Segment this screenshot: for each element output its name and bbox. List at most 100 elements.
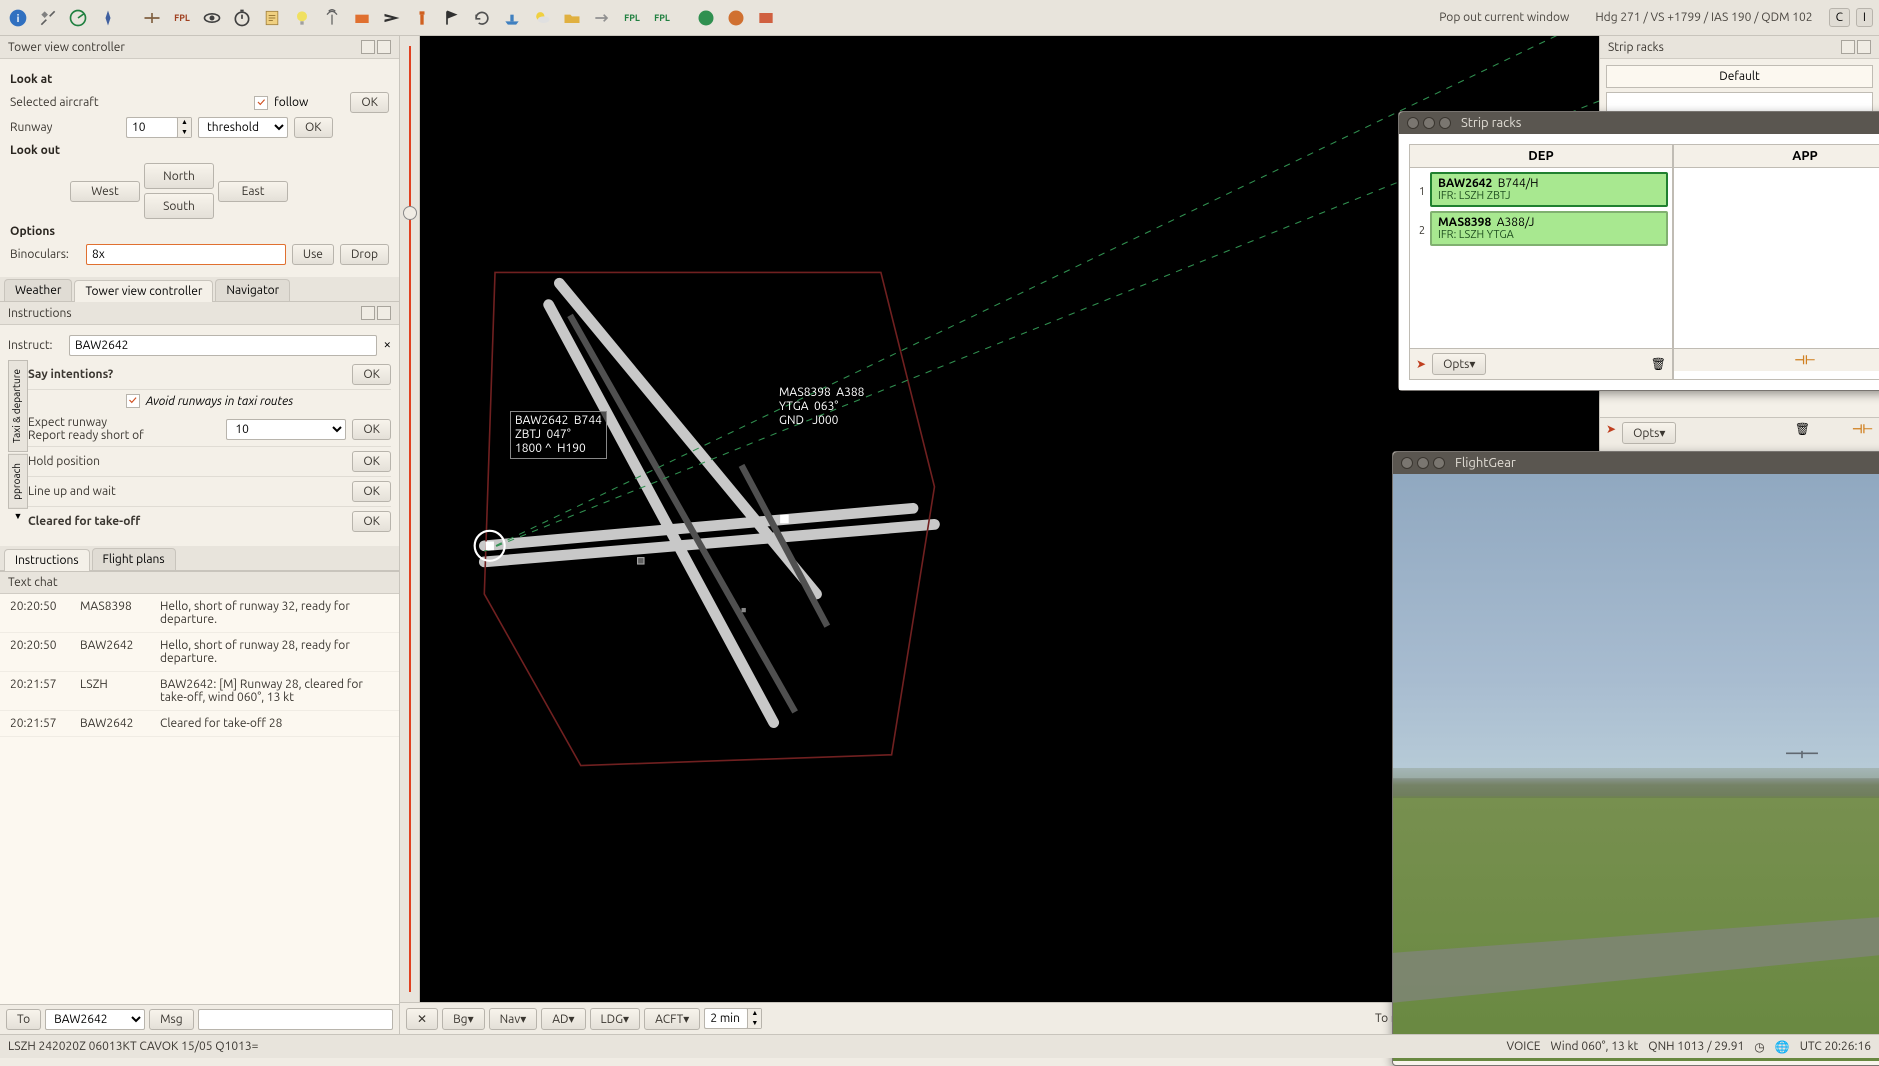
- compass-icon[interactable]: [96, 6, 120, 30]
- arrow-right-icon[interactable]: [590, 6, 614, 30]
- flight-strip-mas8398[interactable]: MAS8398 A388/J IFR: LSZH YTGA: [1430, 211, 1668, 246]
- threshold-select[interactable]: threshold: [198, 117, 288, 138]
- refresh-icon[interactable]: [470, 6, 494, 30]
- detach-icon[interactable]: [1841, 40, 1855, 54]
- instruct-input[interactable]: [69, 335, 377, 356]
- globe-red-icon[interactable]: [754, 6, 778, 30]
- look-at-ok-button[interactable]: OK: [350, 92, 389, 113]
- drop-button[interactable]: Drop: [340, 244, 389, 265]
- tools-icon[interactable]: [36, 6, 60, 30]
- tab-instructions[interactable]: Instructions: [4, 549, 90, 571]
- bracket-icon[interactable]: ⊣⊢: [1852, 422, 1873, 444]
- fpl-green2-icon[interactable]: FPL: [650, 6, 674, 30]
- chat-to-select[interactable]: BAW2642: [45, 1009, 145, 1030]
- right-strip-racks-title: Strip racks: [1608, 41, 1839, 54]
- line-up-ok[interactable]: OK: [352, 481, 391, 502]
- runway-spinner[interactable]: ▲▼: [126, 117, 192, 138]
- window-min-icon[interactable]: [1423, 117, 1435, 129]
- radar-measure-icon[interactable]: ✕: [406, 1008, 438, 1030]
- radar-time-spinner[interactable]: ▲▼: [704, 1008, 762, 1029]
- radar-ad-button[interactable]: AD▾: [541, 1008, 585, 1030]
- globe-orange-icon[interactable]: [724, 6, 748, 30]
- plane-small-icon[interactable]: [140, 6, 164, 30]
- cleared-takeoff-ok[interactable]: OK: [352, 511, 391, 532]
- i-button[interactable]: I: [1856, 8, 1873, 27]
- stopwatch-icon[interactable]: [230, 6, 254, 30]
- arrow-icon[interactable]: ➤: [1606, 422, 1616, 444]
- notepad-icon[interactable]: [260, 6, 284, 30]
- tab-navigator[interactable]: Navigator: [215, 279, 290, 301]
- tab-weather[interactable]: Weather: [4, 279, 72, 301]
- window-close-icon[interactable]: [1401, 457, 1413, 469]
- radar-zoom-slider[interactable]: [400, 36, 420, 1002]
- window-max-icon[interactable]: [1433, 457, 1445, 469]
- info-icon[interactable]: i: [6, 6, 30, 30]
- chat-list[interactable]: 20:20:50MAS8398Hello, short of runway 32…: [0, 594, 399, 1004]
- clear-instruct-icon[interactable]: ✕: [383, 340, 391, 351]
- trash-icon[interactable]: 🗑: [1651, 357, 1666, 371]
- radar-bg-button[interactable]: Bg▾: [442, 1008, 485, 1030]
- chat-msg-input[interactable]: [198, 1009, 393, 1030]
- window-close-icon[interactable]: [1407, 117, 1419, 129]
- runway-value[interactable]: [127, 118, 177, 137]
- chevron-down-icon[interactable]: ▼: [8, 511, 28, 521]
- radar-nav-button[interactable]: Nav▾: [489, 1008, 538, 1030]
- flightgear-window[interactable]: FlightGear: [1392, 451, 1879, 1066]
- c-button[interactable]: C: [1829, 8, 1850, 27]
- say-intentions-ok[interactable]: OK: [352, 364, 391, 385]
- bracket-icon[interactable]: ⊣⊢: [1795, 353, 1816, 367]
- plane-icon[interactable]: [380, 6, 404, 30]
- dep-opts-button[interactable]: Opts▾: [1432, 353, 1486, 375]
- vtab-approach[interactable]: pproach: [8, 454, 28, 509]
- radar-label-baw2642[interactable]: BAW2642 B744 ZBTJ 047° 1800 ^ H190: [510, 411, 607, 459]
- tower-icon[interactable]: [410, 6, 434, 30]
- expect-runway-ok[interactable]: OK: [352, 419, 391, 440]
- use-button[interactable]: Use: [292, 244, 334, 265]
- popout-label[interactable]: Pop out current window: [1439, 11, 1569, 24]
- hold-position-ok[interactable]: OK: [352, 451, 391, 472]
- ship-icon[interactable]: [500, 6, 524, 30]
- tab-flight-plans[interactable]: Flight plans: [92, 548, 176, 570]
- fpl-green-icon[interactable]: FPL: [620, 6, 644, 30]
- close-icon[interactable]: [1857, 40, 1871, 54]
- expect-runway-select[interactable]: 10: [226, 419, 346, 440]
- detach-icon[interactable]: [361, 40, 375, 54]
- arrow-icon[interactable]: ➤: [1416, 357, 1426, 371]
- orange-block-icon[interactable]: [350, 6, 374, 30]
- left-tabs-2: Instructions Flight plans: [0, 546, 399, 571]
- north-button[interactable]: North: [144, 163, 214, 189]
- avoid-runways-checkbox[interactable]: [126, 394, 140, 408]
- tab-tvc[interactable]: Tower view controller: [74, 280, 213, 302]
- weather-icon[interactable]: [530, 6, 554, 30]
- runway-ok-button[interactable]: OK: [294, 117, 333, 138]
- binoculars-input[interactable]: [86, 244, 286, 265]
- flight-strip-baw2642[interactable]: BAW2642 B744/H IFR: LSZH ZBTJ: [1430, 172, 1668, 207]
- radar-acft-button[interactable]: ACFT▾: [644, 1008, 700, 1030]
- radar-ldg-button[interactable]: LDG▾: [590, 1008, 641, 1030]
- antenna-icon[interactable]: [320, 6, 344, 30]
- fpl-icon[interactable]: FPL: [170, 6, 194, 30]
- west-button[interactable]: West: [70, 181, 140, 202]
- south-button[interactable]: South: [144, 193, 214, 219]
- right-opts-button[interactable]: Opts▾: [1622, 422, 1676, 444]
- close-icon[interactable]: [377, 40, 391, 54]
- flag-icon[interactable]: [440, 6, 464, 30]
- window-min-icon[interactable]: [1417, 457, 1429, 469]
- close-icon[interactable]: [377, 306, 391, 320]
- trash-icon[interactable]: 🗑: [1795, 422, 1810, 444]
- bulb-icon[interactable]: [290, 6, 314, 30]
- flightgear-viewport[interactable]: [1393, 474, 1879, 1061]
- east-button[interactable]: East: [218, 181, 288, 202]
- detach-icon[interactable]: [361, 306, 375, 320]
- up-icon[interactable]: ▲: [178, 118, 191, 128]
- radar-icon[interactable]: [66, 6, 90, 30]
- folder-icon[interactable]: [560, 6, 584, 30]
- down-icon[interactable]: ▼: [178, 128, 191, 138]
- radar-label-mas8398[interactable]: MAS8398 A388 YTGA 063° GND J000: [775, 384, 868, 430]
- follow-checkbox[interactable]: [254, 96, 268, 110]
- window-max-icon[interactable]: [1439, 117, 1451, 129]
- vtab-taxi[interactable]: Taxi & departure: [8, 360, 28, 452]
- eye-icon[interactable]: [200, 6, 224, 30]
- strip-racks-window[interactable]: Strip racks DEP 1 BAW2642 B744/H: [1398, 111, 1879, 391]
- globe-green-icon[interactable]: [694, 6, 718, 30]
